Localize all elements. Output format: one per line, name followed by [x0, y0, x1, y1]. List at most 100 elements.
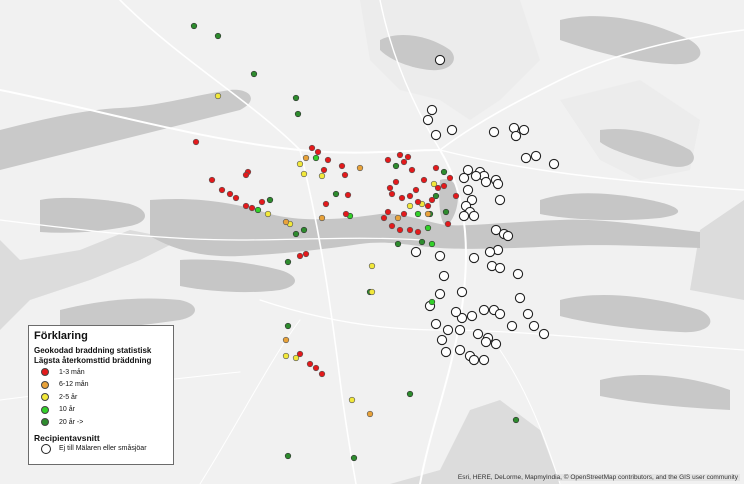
overflow-point-1-3-man[interactable]: [398, 194, 406, 202]
overflow-point-1-3-man[interactable]: [444, 220, 452, 228]
overflow-point-1-3-man[interactable]: [322, 200, 330, 208]
recipient-point[interactable]: [434, 250, 446, 262]
recipient-point[interactable]: [422, 114, 434, 126]
overflow-point-20-ar[interactable]: [284, 452, 292, 460]
recipient-point[interactable]: [478, 354, 490, 366]
recipient-point[interactable]: [492, 178, 504, 190]
overflow-point-20-ar[interactable]: [284, 322, 292, 330]
recipient-point[interactable]: [454, 344, 466, 356]
overflow-point-1-3-man[interactable]: [324, 156, 332, 164]
overflow-point-6-12-man[interactable]: [282, 218, 290, 226]
overflow-point-1-3-man[interactable]: [226, 190, 234, 198]
recipient-point[interactable]: [484, 246, 496, 258]
overflow-point-1-3-man[interactable]: [414, 198, 422, 206]
recipient-point[interactable]: [458, 210, 470, 222]
overflow-point-1-3-man[interactable]: [242, 202, 250, 210]
recipient-point[interactable]: [468, 210, 480, 222]
recipient-point[interactable]: [468, 354, 480, 366]
recipient-point[interactable]: [430, 129, 442, 141]
recipient-point[interactable]: [510, 130, 522, 142]
overflow-point-20-ar[interactable]: [394, 240, 402, 248]
overflow-point-2-5-ar[interactable]: [214, 92, 222, 100]
overflow-point-1-3-man[interactable]: [392, 178, 400, 186]
overflow-point-20-ar[interactable]: [250, 70, 258, 78]
overflow-point-1-3-man[interactable]: [424, 202, 432, 210]
overflow-point-20-ar[interactable]: [300, 226, 308, 234]
recipient-point[interactable]: [488, 126, 500, 138]
overflow-point-1-3-man[interactable]: [396, 226, 404, 234]
overflow-point-6-12-man[interactable]: [356, 164, 364, 172]
overflow-point-1-3-man[interactable]: [248, 204, 256, 212]
overflow-point-10-ar[interactable]: [424, 224, 432, 232]
overflow-point-20-ar[interactable]: [284, 258, 292, 266]
recipient-point[interactable]: [514, 292, 526, 304]
overflow-point-1-3-man[interactable]: [434, 184, 442, 192]
overflow-point-20-ar[interactable]: [512, 416, 520, 424]
recipient-point[interactable]: [518, 124, 530, 136]
overflow-point-1-3-man[interactable]: [258, 198, 266, 206]
overflow-point-20-ar[interactable]: [350, 454, 358, 462]
overflow-point-1-3-man[interactable]: [452, 192, 460, 200]
recipient-point[interactable]: [430, 318, 442, 330]
overflow-point-2-5-ar[interactable]: [318, 172, 326, 180]
overflow-point-10-ar[interactable]: [428, 298, 436, 306]
overflow-point-20-ar[interactable]: [418, 238, 426, 246]
overflow-point-1-3-man[interactable]: [408, 166, 416, 174]
overflow-point-20-ar[interactable]: [292, 230, 300, 238]
recipient-point[interactable]: [530, 150, 542, 162]
overflow-point-6-12-man[interactable]: [424, 210, 432, 218]
recipient-point[interactable]: [512, 268, 524, 280]
overflow-point-1-3-man[interactable]: [384, 208, 392, 216]
overflow-point-20-ar[interactable]: [292, 94, 300, 102]
overflow-point-2-5-ar[interactable]: [296, 160, 304, 168]
overflow-point-1-3-man[interactable]: [440, 182, 448, 190]
overflow-point-1-3-man[interactable]: [406, 226, 414, 234]
overflow-point-1-3-man[interactable]: [318, 370, 326, 378]
recipient-point[interactable]: [468, 252, 480, 264]
recipient-point[interactable]: [502, 230, 514, 242]
map-view[interactable]: Förklaring Geokodad braddning statistisk…: [0, 0, 744, 484]
overflow-point-6-12-man[interactable]: [366, 410, 374, 418]
recipient-point[interactable]: [440, 346, 452, 358]
overflow-point-1-3-man[interactable]: [396, 151, 404, 159]
overflow-point-20-ar[interactable]: [190, 22, 198, 30]
overflow-point-1-3-man[interactable]: [428, 196, 436, 204]
overflow-point-6-12-man[interactable]: [318, 214, 326, 222]
recipient-point[interactable]: [494, 308, 506, 320]
overflow-point-1-3-man[interactable]: [218, 186, 226, 194]
overflow-point-2-5-ar[interactable]: [348, 396, 356, 404]
overflow-point-1-3-man[interactable]: [312, 364, 320, 372]
overflow-point-2-5-ar[interactable]: [282, 352, 290, 360]
overflow-point-1-3-man[interactable]: [380, 214, 388, 222]
overflow-point-1-3-man[interactable]: [384, 156, 392, 164]
recipient-point[interactable]: [494, 194, 506, 206]
overflow-point-1-3-man[interactable]: [232, 194, 240, 202]
overflow-point-2-5-ar[interactable]: [406, 202, 414, 210]
recipient-point[interactable]: [480, 336, 492, 348]
recipient-point[interactable]: [458, 172, 470, 184]
recipient-point[interactable]: [454, 324, 466, 336]
recipient-point[interactable]: [442, 324, 454, 336]
recipient-point[interactable]: [438, 270, 450, 282]
recipient-point[interactable]: [506, 320, 518, 332]
overflow-point-1-3-man[interactable]: [306, 360, 314, 368]
recipient-point[interactable]: [538, 328, 550, 340]
overflow-point-1-3-man[interactable]: [400, 210, 408, 218]
overflow-point-1-3-man[interactable]: [406, 192, 414, 200]
overflow-point-1-3-man[interactable]: [344, 191, 352, 199]
overflow-point-1-3-man[interactable]: [192, 138, 200, 146]
overflow-point-1-3-man[interactable]: [388, 222, 396, 230]
recipient-point[interactable]: [462, 184, 474, 196]
recipient-point[interactable]: [522, 308, 534, 320]
overflow-point-1-3-man[interactable]: [342, 210, 350, 218]
recipient-point[interactable]: [436, 334, 448, 346]
overflow-point-1-3-man[interactable]: [296, 252, 304, 260]
overflow-point-1-3-man[interactable]: [314, 148, 322, 156]
overflow-point-20-ar[interactable]: [442, 208, 450, 216]
overflow-point-6-12-man[interactable]: [302, 154, 310, 162]
recipient-point[interactable]: [490, 338, 502, 350]
overflow-point-10-ar[interactable]: [312, 154, 320, 162]
overflow-point-1-3-man[interactable]: [432, 164, 440, 172]
recipient-point[interactable]: [450, 306, 462, 318]
recipient-point[interactable]: [480, 176, 492, 188]
